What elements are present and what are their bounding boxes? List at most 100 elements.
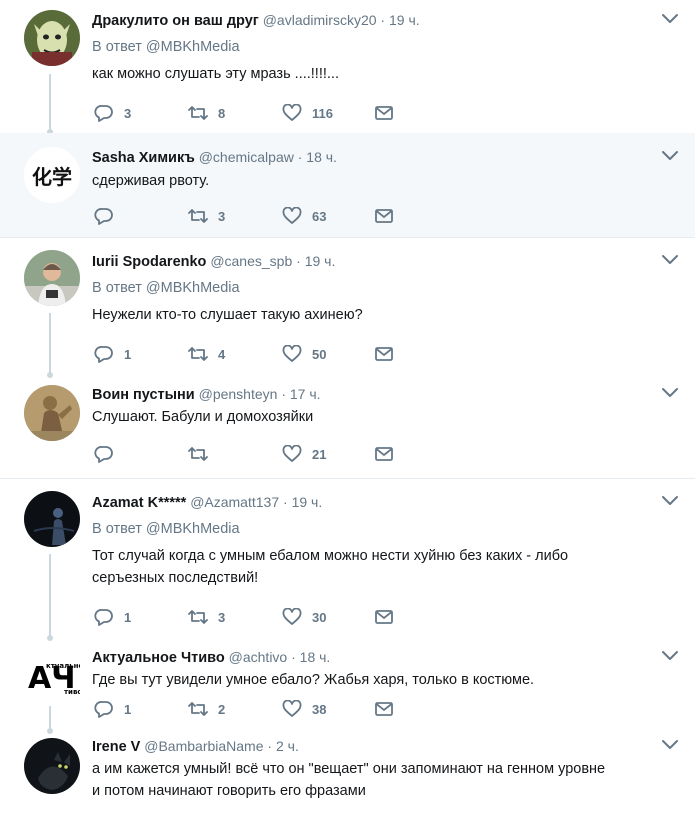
direct-message-button[interactable] — [374, 102, 394, 124]
separator-dot: · — [267, 738, 273, 754]
tweet[interactable]: Дракулито он ваш друг @avladimirscky20 ·… — [0, 0, 695, 135]
separator-dot: · — [297, 149, 303, 165]
author-handle[interactable]: @BambarbiaName — [144, 738, 263, 754]
like-count: 21 — [312, 446, 327, 462]
retweet-button[interactable]: 3 — [188, 205, 225, 227]
like-button[interactable]: 50 — [282, 343, 326, 365]
reply-button[interactable] — [94, 205, 124, 227]
statue-avatar[interactable] — [24, 385, 80, 441]
direct-message-button[interactable] — [374, 606, 394, 628]
action-bar: 3 63 — [92, 205, 422, 227]
dracula-avatar[interactable] — [24, 10, 80, 66]
timestamp[interactable]: 19 ч. — [305, 253, 336, 269]
cat-avatar[interactable] — [24, 738, 80, 794]
retweet-button[interactable]: 8 — [188, 102, 225, 124]
envelope-icon — [374, 700, 394, 718]
like-button[interactable]: 21 — [282, 443, 326, 465]
heart-icon — [282, 207, 302, 225]
retweet-count: 4 — [218, 346, 226, 362]
reply-button[interactable]: 3 — [94, 102, 131, 124]
heart-icon — [282, 608, 302, 626]
kanji-avatar[interactable]: 化学 — [24, 147, 80, 203]
reply-mention[interactable]: @MBKhMedia — [146, 39, 240, 55]
like-count: 30 — [312, 609, 327, 625]
separator-dot: · — [291, 649, 296, 665]
tweet-content: Azamat K***** @Azamatt137 · 19 ч. В отве… — [92, 492, 679, 589]
direct-message-button[interactable] — [374, 205, 394, 227]
timestamp[interactable]: 19 ч. — [389, 12, 420, 28]
dark-figure-avatar[interactable] — [24, 491, 80, 547]
like-button[interactable]: 116 — [282, 102, 333, 124]
direct-message-button[interactable] — [374, 698, 394, 720]
reply-mention[interactable]: @MBKhMedia — [146, 521, 240, 537]
tweet-text-line: Тот случай когда с умным ебалом можно не… — [92, 548, 569, 564]
tweet-text: сдерживая рвоту. — [92, 173, 210, 189]
ach-logo-avatar[interactable]: АЧ ктуальное тиво — [24, 646, 80, 702]
chevron-down-icon[interactable] — [661, 386, 679, 400]
retweet-button[interactable]: 3 — [188, 606, 225, 628]
retweet-count: 8 — [218, 105, 226, 121]
retweet-icon — [188, 608, 208, 626]
timestamp[interactable]: 18 ч. — [300, 649, 331, 665]
reply-button[interactable]: 1 — [94, 343, 131, 365]
author-name[interactable]: Azamat K***** — [92, 495, 186, 511]
chevron-down-icon[interactable] — [661, 12, 679, 26]
reply-label: В ответ — [92, 521, 142, 537]
chevron-down-icon[interactable] — [661, 738, 679, 752]
tweet-text: а им кажется умный! всё что он "вещает" … — [92, 758, 679, 802]
retweet-icon — [188, 345, 208, 363]
author-handle[interactable]: @Azamatt137 — [190, 494, 279, 510]
direct-message-button[interactable] — [374, 343, 394, 365]
author-name[interactable]: Воин пустыни — [92, 387, 195, 403]
timestamp[interactable]: 17 ч. — [290, 386, 321, 402]
tweet[interactable]: АЧ ктуальное тиво Актуальное Чтиво @acht… — [0, 638, 695, 734]
retweet-count: 3 — [218, 208, 226, 224]
tweet[interactable]: Воин пустыни @penshteyn · 17 ч. Слушают.… — [0, 375, 695, 478]
tweet-content: Iurii Spodarenko @canes_spb · 19 ч. В от… — [92, 251, 679, 326]
chevron-down-icon[interactable] — [661, 494, 679, 508]
timestamp[interactable]: 2 ч. — [276, 738, 299, 754]
author-name[interactable]: Irene V — [92, 739, 140, 755]
author-handle[interactable]: @chemicalpaw — [199, 149, 294, 165]
tweet-text: Тот случай когда с умным ебалом можно не… — [92, 545, 679, 589]
chevron-down-icon[interactable] — [661, 649, 679, 663]
heart-icon — [282, 445, 302, 463]
tweet[interactable]: Iurii Spodarenko @canes_spb · 19 ч. В от… — [0, 237, 695, 378]
timestamp[interactable]: 19 ч. — [292, 494, 323, 510]
action-bar: 3 8 116 — [92, 102, 422, 124]
author-handle[interactable]: @avladimirscky20 — [263, 12, 377, 28]
retweet-button[interactable] — [188, 443, 218, 465]
like-button[interactable]: 38 — [282, 698, 326, 720]
reply-context: В ответ @MBKhMedia — [92, 519, 679, 539]
like-button[interactable]: 30 — [282, 606, 326, 628]
author-name[interactable]: Iurii Spodarenko — [92, 254, 206, 270]
chevron-down-icon[interactable] — [661, 253, 679, 267]
tweet[interactable]: Irene V @BambarbiaName · 2 ч. а им кажет… — [0, 732, 695, 821]
author-handle[interactable]: @penshteyn — [199, 386, 278, 402]
author-handle[interactable]: @canes_spb — [210, 253, 292, 269]
reply-button[interactable]: 1 — [94, 606, 131, 628]
author-name[interactable]: Sasha Химикъ — [92, 150, 195, 166]
reply-context: В ответ @MBKhMedia — [92, 37, 679, 57]
retweet-icon — [188, 207, 208, 225]
reply-mention[interactable]: @MBKhMedia — [146, 280, 240, 296]
tweet[interactable]: Azamat K***** @Azamatt137 · 19 ч. В отве… — [0, 478, 695, 641]
retweet-button[interactable]: 4 — [188, 343, 225, 365]
thread-line — [47, 554, 53, 641]
retweet-button[interactable]: 2 — [188, 698, 225, 720]
tweet[interactable]: 化学 Sasha Химикъ @chemicalpaw · 18 ч. сде… — [0, 133, 695, 237]
reply-count: 1 — [124, 701, 132, 717]
reply-button[interactable]: 1 — [94, 698, 131, 720]
like-button[interactable]: 63 — [282, 205, 326, 227]
author-name[interactable]: Актуальное Чтиво — [92, 650, 225, 666]
direct-message-button[interactable] — [374, 443, 394, 465]
author-handle[interactable]: @achtivo — [229, 649, 288, 665]
action-bar: 1 2 38 — [92, 698, 422, 720]
reply-icon — [94, 104, 114, 122]
timestamp[interactable]: 18 ч. — [306, 149, 337, 165]
reply-button[interactable] — [94, 443, 124, 465]
envelope-icon — [374, 608, 394, 626]
author-name[interactable]: Дракулито он ваш друг — [92, 13, 259, 29]
chevron-down-icon[interactable] — [661, 149, 679, 163]
person-avatar[interactable] — [24, 250, 80, 306]
